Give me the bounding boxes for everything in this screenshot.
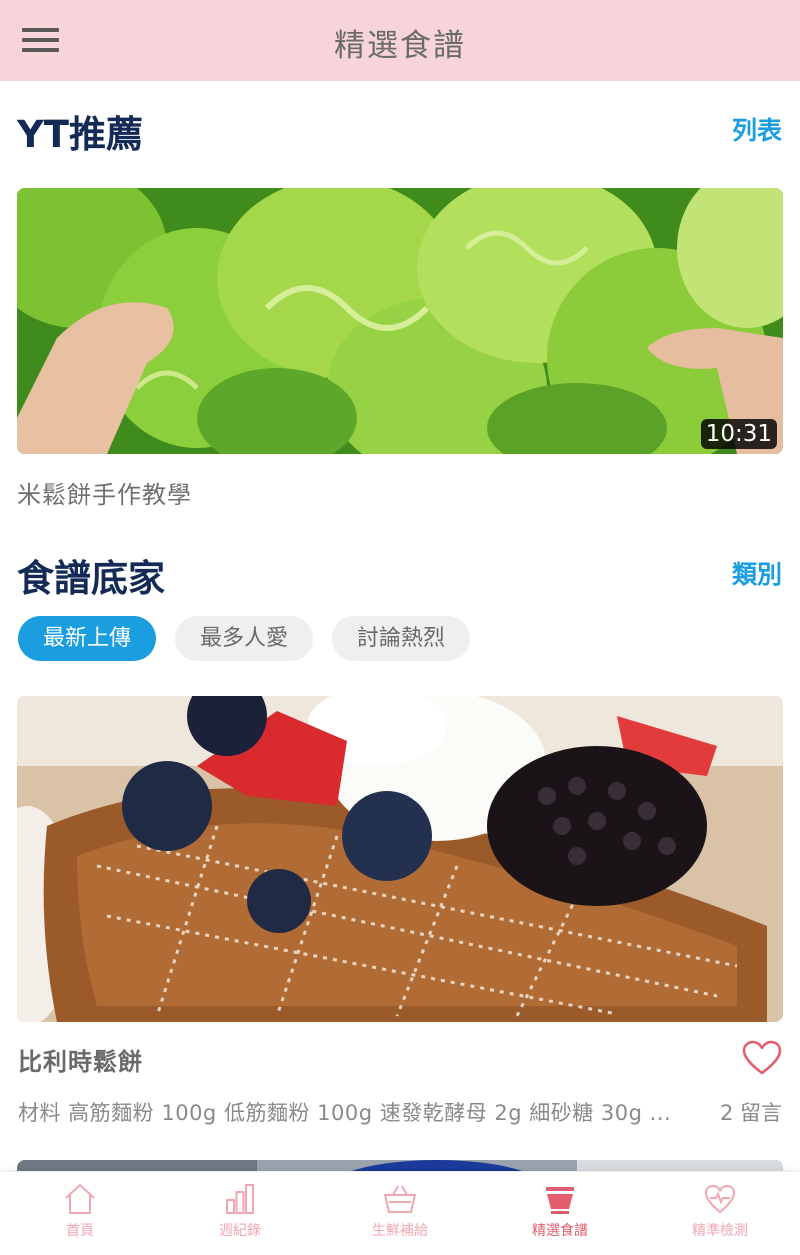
video-thumbnail[interactable]: 10:31 [17, 188, 783, 454]
nav-item-home[interactable]: 首頁 [0, 1172, 160, 1255]
recipes-section-title: 食譜底家 [17, 557, 165, 600]
nav-label-weekly-record: 週紀錄 [219, 1223, 261, 1239]
recipe-ingredients: 材料 高筋麵粉 100g 低筋麵粉 100g 速發乾酵母 2g 細砂糖 30g … [18, 1101, 672, 1125]
recipe-title[interactable]: 比利時鬆餅 [18, 1042, 143, 1077]
yt-list-link[interactable]: 列表 [732, 111, 782, 147]
bottom-navigation: 首頁 週紀錄 生鮮補給 精選食譜 精準檢測 [0, 1171, 800, 1255]
app-header: 精選食譜 [0, 0, 800, 81]
nav-label-home: 首頁 [66, 1223, 94, 1239]
video-caption[interactable]: 米鬆餅手作教學 [17, 475, 192, 510]
nav-item-precise-test[interactable]: 精準檢測 [640, 1172, 800, 1255]
nav-item-fresh-supply[interactable]: 生鮮補給 [320, 1172, 480, 1255]
waffle-image [17, 696, 783, 1022]
nav-label-fresh-supply: 生鮮補給 [372, 1223, 428, 1239]
nav-label-featured-recipes: 精選食譜 [532, 1223, 588, 1239]
nav-item-featured-recipes[interactable]: 精選食譜 [480, 1172, 640, 1255]
lettuce-image [17, 188, 783, 454]
bar-chart-icon [226, 1184, 254, 1214]
basket-icon [383, 1185, 417, 1213]
nav-item-weekly-record[interactable]: 週紀錄 [160, 1172, 320, 1255]
recipe-image[interactable] [17, 696, 783, 1022]
filter-chip-hot-discussion[interactable]: 討論熱烈 [332, 616, 470, 661]
favorite-heart-icon[interactable] [742, 1040, 782, 1076]
heart-pulse-icon [704, 1184, 736, 1214]
recipe-comment-count[interactable]: 2 留言 [720, 1097, 782, 1127]
nav-label-precise-test: 精準檢測 [692, 1223, 748, 1239]
recipes-category-link[interactable]: 類別 [732, 555, 782, 591]
video-duration-badge: 10:31 [700, 419, 777, 449]
page-title: 精選食譜 [334, 28, 466, 64]
home-icon [65, 1183, 95, 1214]
bowl-icon [546, 1187, 574, 1214]
filter-chip-latest[interactable]: 最新上傳 [18, 616, 156, 661]
filter-chip-most-loved[interactable]: 最多人愛 [175, 616, 313, 661]
yt-section-title: YT推薦 [17, 113, 144, 156]
